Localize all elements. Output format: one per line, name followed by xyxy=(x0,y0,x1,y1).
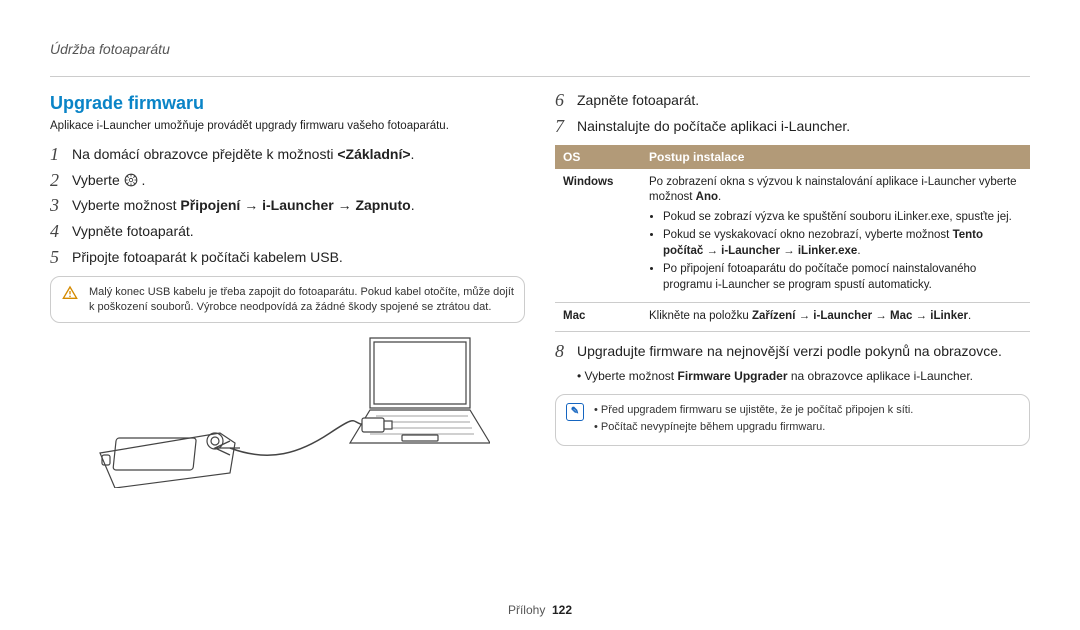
table-cell-os: Mac xyxy=(555,303,641,332)
step-number: 7 xyxy=(555,117,577,137)
step-item: 8Upgradujte firmware na nejnovější verzi… xyxy=(555,342,1030,362)
step-number: 3 xyxy=(50,196,72,216)
warning-text: Malý konec USB kabelu je třeba zapojit d… xyxy=(89,285,514,315)
steps-list-right-bottom: 8Upgradujte firmware na nejnovější verzi… xyxy=(555,342,1030,362)
step-text: Zapněte fotoaparát. xyxy=(577,91,1030,110)
warning-note: Malý konec USB kabelu je třeba zapojit d… xyxy=(50,276,525,324)
info-bullet: • Počítač nevypínejte během upgradu firm… xyxy=(594,420,913,435)
step-number: 2 xyxy=(50,171,72,191)
step-item: 7Nainstalujte do počítače aplikaci i-Lau… xyxy=(555,117,1030,137)
table-bullet: Pokud se vyskakovací okno nezobrazí, vyb… xyxy=(663,228,1022,259)
footer-label: Přílohy xyxy=(508,603,545,617)
table-cell-procedure: Po zobrazení okna s výzvou k nainstalová… xyxy=(641,169,1030,303)
step-item: 2Vyberte . xyxy=(50,171,525,191)
step-text: Upgradujte firmware na nejnovější verzi … xyxy=(577,342,1030,361)
running-header: Údržba fotoaparátu xyxy=(50,40,1030,77)
info-icon: ✎ xyxy=(566,403,584,421)
step-text: Vypněte fotoaparát. xyxy=(72,222,525,241)
table-cell-os: Windows xyxy=(555,169,641,303)
step-text: Vyberte možnost Připojení → i-Launcher →… xyxy=(72,196,525,215)
info-note: ✎ • Před upgradem firmwaru se ujistěte, … xyxy=(555,394,1030,446)
usb-connection-illustration xyxy=(70,333,490,488)
table-cell-procedure: Klikněte na položku Zařízení → i-Launche… xyxy=(641,303,1030,332)
table-header-os: OS xyxy=(555,145,641,169)
table-bullet: Po připojení fotoaparátu do počítače pom… xyxy=(663,262,1022,293)
info-bullet: • Před upgradem firmwaru se ujistěte, že… xyxy=(594,403,913,418)
settings-gear-icon xyxy=(124,173,138,187)
step-number: 1 xyxy=(50,145,72,165)
steps-list-right-top: 6Zapněte fotoaparát.7Nainstalujte do poč… xyxy=(555,91,1030,137)
right-column: 6Zapněte fotoaparát.7Nainstalujte do poč… xyxy=(555,91,1030,488)
footer-page-number: 122 xyxy=(552,603,572,617)
page-footer: Přílohy 122 xyxy=(0,602,1080,618)
steps-list-left: 1Na domácí obrazovce přejděte k možnosti… xyxy=(50,145,525,268)
step-number: 8 xyxy=(555,342,577,362)
step-item: 3Vyberte možnost Připojení → i-Launcher … xyxy=(50,196,525,216)
step-text: Připojte fotoaparát k počítači kabelem U… xyxy=(72,248,525,267)
step-text: Na domácí obrazovce přejděte k možnosti … xyxy=(72,145,525,164)
step-text: Nainstalujte do počítače aplikaci i-Laun… xyxy=(577,117,1030,136)
step-text: Vyberte . xyxy=(72,171,525,190)
table-bullet: Pokud se zobrazí výzva ke spuštění soubo… xyxy=(663,210,1022,226)
table-row: WindowsPo zobrazení okna s výzvou k nain… xyxy=(555,169,1030,303)
table-row: MacKlikněte na položku Zařízení → i-Laun… xyxy=(555,303,1030,332)
left-column: Upgrade firmwaru Aplikace i-Launcher umo… xyxy=(50,91,525,488)
step-item: 5Připojte fotoaparát k počítači kabelem … xyxy=(50,248,525,268)
step-item: 1Na domácí obrazovce přejděte k možnosti… xyxy=(50,145,525,165)
step-number: 4 xyxy=(50,222,72,242)
step-item: 6Zapněte fotoaparát. xyxy=(555,91,1030,111)
warning-icon xyxy=(61,285,79,315)
install-table: OS Postup instalace WindowsPo zobrazení … xyxy=(555,145,1030,332)
intro-text: Aplikace i-Launcher umožňuje provádět up… xyxy=(50,119,525,135)
step-item: 4Vypněte fotoaparát. xyxy=(50,222,525,242)
info-text: • Před upgradem firmwaru se ujistěte, že… xyxy=(594,403,913,437)
step-number: 5 xyxy=(50,248,72,268)
table-header-procedure: Postup instalace xyxy=(641,145,1030,169)
step-number: 6 xyxy=(555,91,577,111)
section-title: Upgrade firmwaru xyxy=(50,91,525,115)
step8-sub-bullet: Vyberte možnost Firmware Upgrader na obr… xyxy=(577,368,1030,384)
